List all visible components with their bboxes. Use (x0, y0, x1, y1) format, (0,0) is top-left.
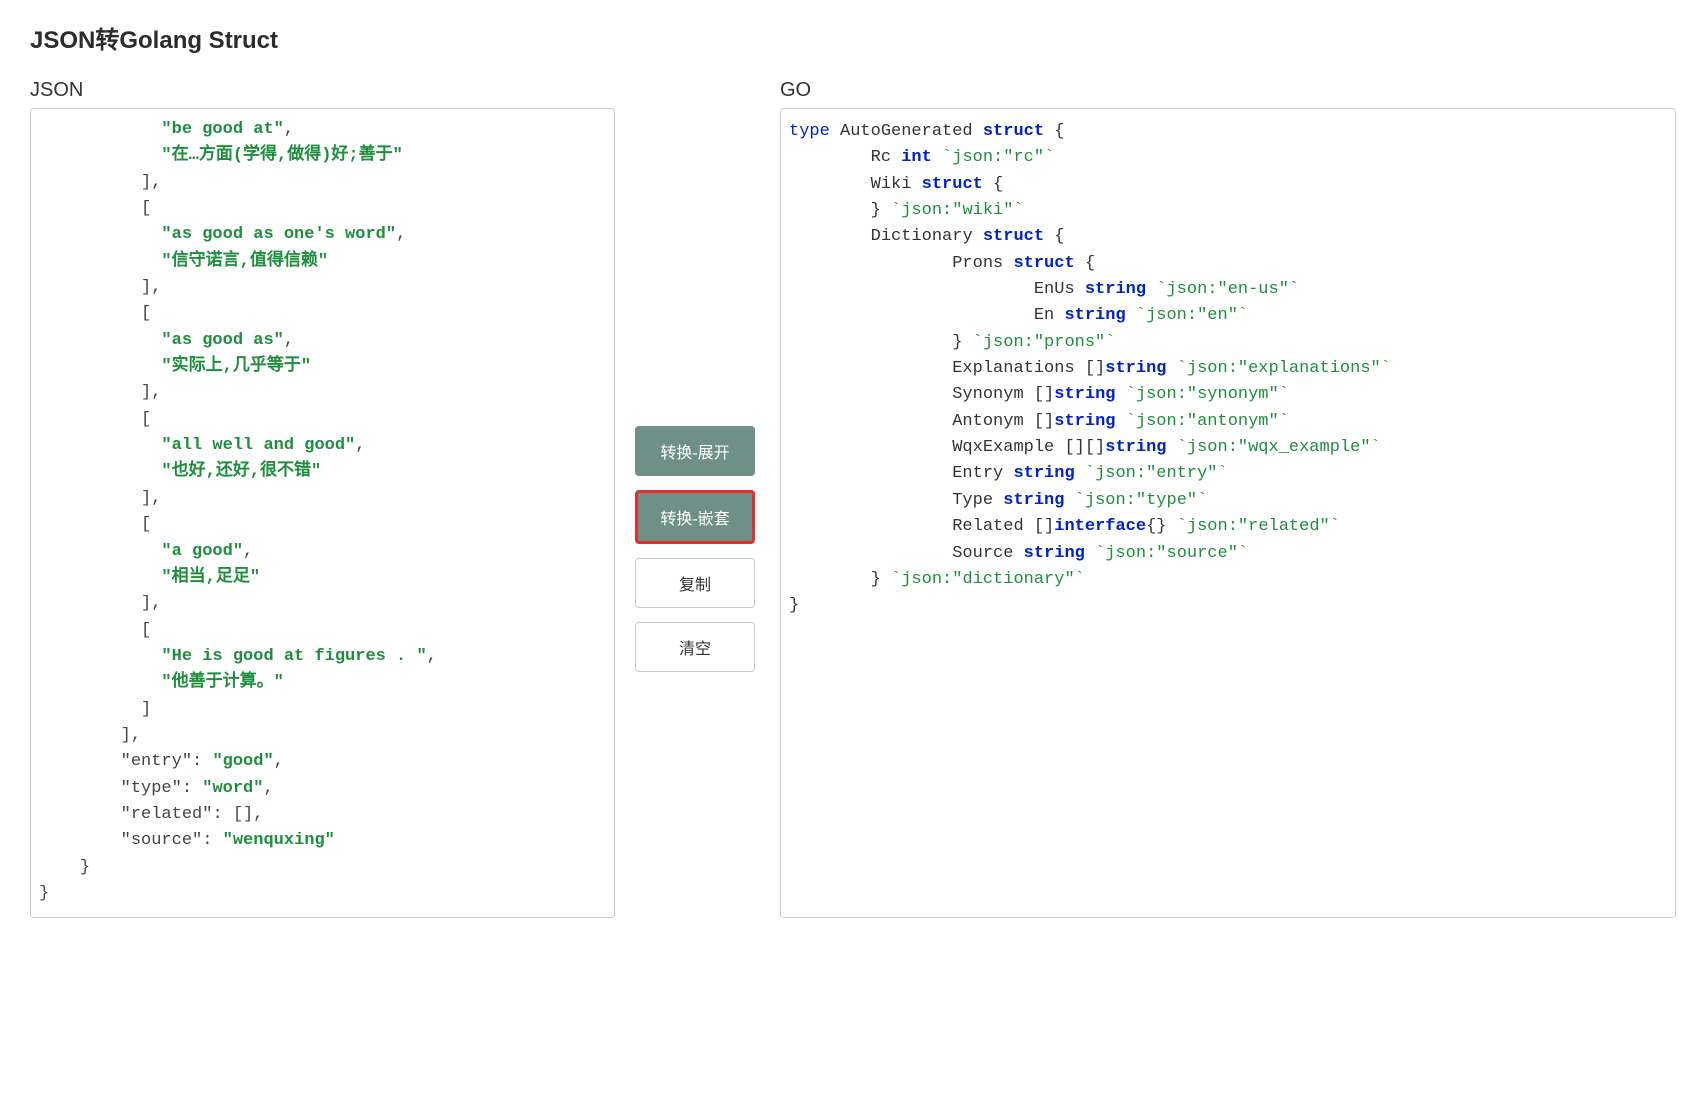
go-code-box[interactable]: type AutoGenerated struct { Rc int `json… (780, 108, 1676, 918)
convert-nest-button[interactable]: 转换-嵌套 (635, 490, 755, 544)
json-panel: JSON "be good at", "在…方面(学得,做得)好;善于" ], … (30, 79, 615, 918)
json-code-box[interactable]: "be good at", "在…方面(学得,做得)好;善于" ], [ "as… (30, 108, 615, 918)
page-title: JSON转Golang Struct (30, 20, 1676, 55)
clear-button[interactable]: 清空 (635, 622, 755, 672)
button-panel: 转换-展开 转换-嵌套 复制 清空 (635, 79, 760, 918)
convert-expand-button[interactable]: 转换-展开 (635, 426, 755, 476)
go-panel: GO type AutoGenerated struct { Rc int `j… (780, 79, 1676, 918)
main-layout: JSON "be good at", "在…方面(学得,做得)好;善于" ], … (30, 79, 1676, 918)
json-label: JSON (30, 79, 615, 102)
copy-button[interactable]: 复制 (635, 558, 755, 608)
go-label: GO (780, 79, 1676, 102)
